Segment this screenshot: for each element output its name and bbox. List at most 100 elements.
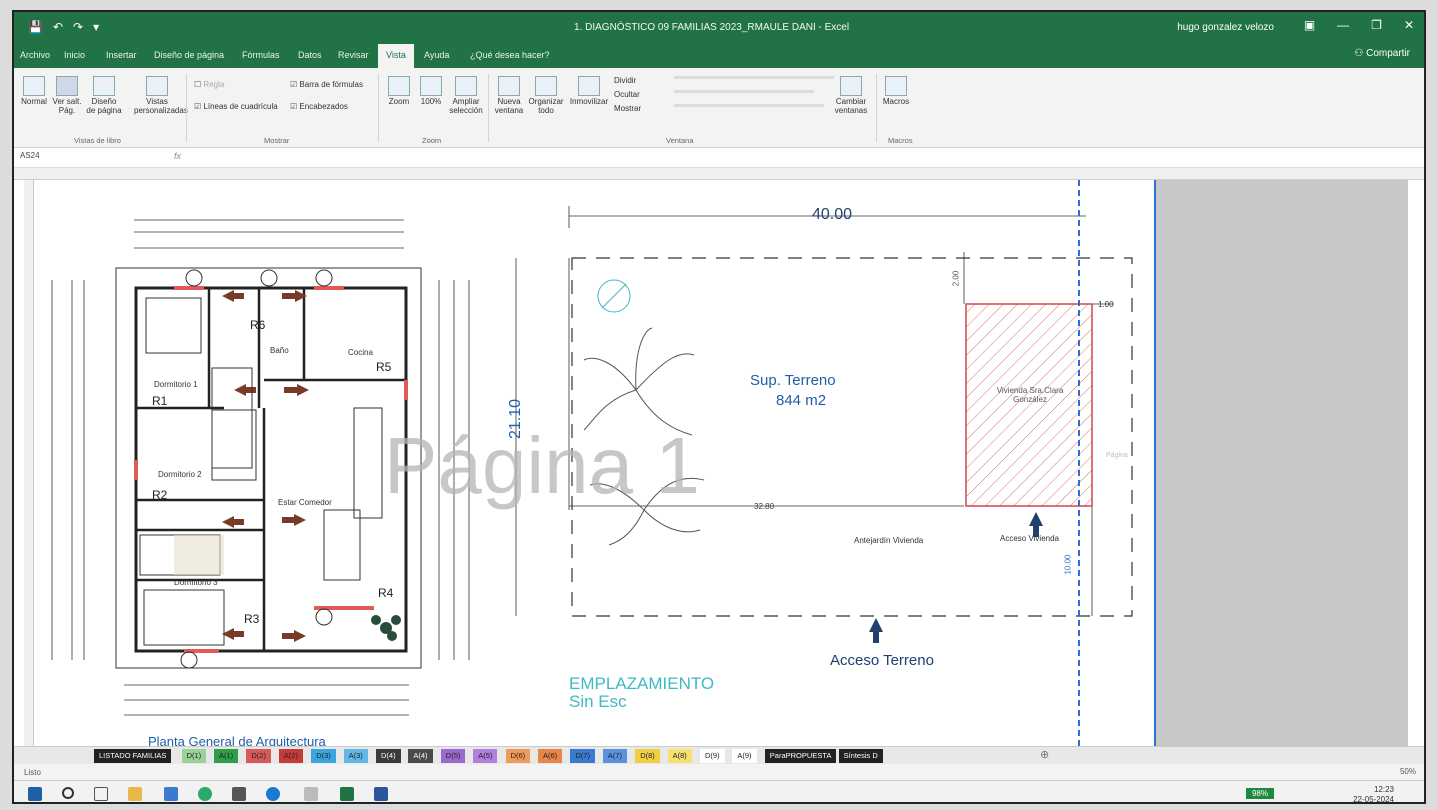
tab-archivo[interactable]: Archivo: [20, 50, 50, 60]
sheet-tab[interactable]: D(5): [440, 749, 466, 763]
sheet-tab[interactable]: D(4): [376, 749, 401, 763]
sheet-tab[interactable]: LISTADO FAMILIAS: [94, 749, 172, 763]
worksheet[interactable]: Página 1 40.00 21.10 32.80 2.00 1.00 10.…: [24, 180, 1418, 749]
sup-terreno-value: 844 m2: [776, 392, 827, 409]
page-break-line[interactable]: [1078, 180, 1080, 746]
status-bar: Listo 50%: [14, 764, 1424, 780]
name-box[interactable]: AS24: [18, 151, 98, 165]
sheet-tab[interactable]: A(8): [667, 749, 692, 763]
arrange-icon: [535, 76, 557, 96]
sheet-tab[interactable]: A(6): [538, 749, 563, 763]
zoom-selection-button[interactable]: Ampliar selección: [448, 76, 484, 116]
sheet-tab[interactable]: D(1): [181, 749, 207, 763]
tab-ayuda[interactable]: Ayuda: [424, 50, 449, 60]
group-label-zoom: Zoom: [422, 136, 442, 145]
sheet-tab[interactable]: A(4): [408, 749, 433, 763]
formula-bar-checkbox[interactable]: Barra de fórmulas: [290, 80, 363, 89]
windows-start-icon[interactable]: [28, 787, 42, 801]
tell-me-search[interactable]: ¿Qué desea hacer?: [470, 50, 550, 60]
split-button[interactable]: Dividir: [614, 76, 636, 85]
sheet-tab[interactable]: A(5): [473, 749, 498, 763]
sheet-tab[interactable]: D(3): [311, 749, 336, 763]
sheet-tab[interactable]: D(2): [246, 749, 271, 763]
sheet-tab[interactable]: A(9): [732, 749, 757, 763]
new-sheet-icon[interactable]: ⊕: [1040, 748, 1049, 761]
tab-formulas[interactable]: Fórmulas: [242, 50, 280, 60]
redo-icon[interactable]: ↷: [73, 20, 83, 34]
sheet-tab[interactable]: D(9): [700, 749, 725, 763]
file-explorer-icon[interactable]: [128, 787, 142, 801]
windows-taskbar: 98% 12:23 22-05-2024: [14, 780, 1424, 802]
macros-button[interactable]: Macros: [880, 76, 912, 107]
sheet-tab[interactable]: ParaPROPUESTA: [764, 749, 837, 763]
unhide-button[interactable]: Mostrar: [614, 104, 641, 113]
system-tray-clock[interactable]: 12:23 22-05-2024: [1353, 785, 1394, 802]
ribbon-display-icon[interactable]: ▣: [1304, 18, 1315, 32]
sheet-tab[interactable]: Síntesis D: [838, 749, 883, 763]
task-view-icon[interactable]: [94, 787, 108, 801]
mail-icon[interactable]: [164, 787, 178, 801]
excel-taskbar-icon[interactable]: [340, 787, 354, 801]
zoom-button[interactable]: Zoom: [384, 76, 414, 107]
customize-icon[interactable]: ▾: [93, 20, 99, 34]
tab-revisar[interactable]: Revisar: [338, 50, 369, 60]
tab-vista[interactable]: Vista: [378, 44, 414, 68]
chrome-icon[interactable]: [198, 787, 212, 801]
person-icon: ⚇: [1354, 48, 1367, 59]
tab-inicio[interactable]: Inicio: [64, 50, 85, 60]
tab-insertar[interactable]: Insertar: [106, 50, 137, 60]
search-icon[interactable]: [62, 787, 74, 799]
room-estar-comedor: Estar Comedor: [278, 498, 332, 507]
undo-icon[interactable]: ↶: [53, 20, 63, 34]
custom-views-button[interactable]: Vistas personalizadas: [134, 76, 188, 116]
maximize-icon[interactable]: ❐: [1371, 18, 1382, 32]
user-name[interactable]: hugo gonzalez velozo: [1177, 22, 1274, 33]
sheet-tab[interactable]: D(7): [570, 749, 595, 763]
save-icon[interactable]: 💾: [28, 20, 43, 34]
tab-datos[interactable]: Datos: [298, 50, 322, 60]
share-button[interactable]: ⚇ Compartir: [1354, 48, 1410, 59]
sheet-tab[interactable]: A(2): [278, 749, 303, 763]
sync-scroll-disabled: [674, 90, 814, 93]
room-dormitorio-1: Dormitorio 1: [154, 380, 198, 389]
sheet-tab[interactable]: A(1): [214, 749, 239, 763]
group-label-macros: Macros: [888, 136, 913, 145]
group-label-vistas: Vistas de libro: [74, 136, 121, 145]
fx-icon[interactable]: fx: [174, 151, 181, 161]
minimize-icon[interactable]: —: [1337, 18, 1349, 32]
title-bar: 💾 ↶ ↷ ▾ 1. DIAGNÓSTICO 09 FAMILIAS 2023_…: [14, 12, 1424, 44]
headings-checkbox[interactable]: Encabezados: [290, 102, 347, 111]
freeze-panes-button[interactable]: Inmovilizar: [568, 76, 610, 107]
sheet-tab[interactable]: D(6): [505, 749, 531, 763]
arrange-all-button[interactable]: Organizar todo: [526, 76, 566, 116]
antejardin-label: Antejardín Vivienda: [854, 536, 924, 545]
dim-10-label: 10.00: [1063, 554, 1073, 575]
ref-r2: R2: [152, 488, 168, 502]
switch-windows-button[interactable]: Cambiar ventanas: [830, 76, 872, 116]
calculator-icon[interactable]: [232, 787, 246, 801]
sin-esc-label: Sin Esc: [569, 692, 627, 711]
sheet-tab[interactable]: A(3): [343, 749, 368, 763]
close-icon[interactable]: ✕: [1404, 18, 1414, 32]
zoom-level[interactable]: 50%: [1400, 767, 1416, 776]
word-taskbar-icon[interactable]: [374, 787, 388, 801]
zoom-100-button[interactable]: 100%: [416, 76, 446, 107]
edge-icon[interactable]: [266, 787, 280, 801]
view-pagelayout-button[interactable]: Diseño de página: [86, 76, 122, 116]
view-normal-button[interactable]: Normal: [18, 76, 50, 107]
macros-icon: [885, 76, 907, 96]
app-icon[interactable]: [304, 787, 318, 801]
gridlines-checkbox[interactable]: Líneas de cuadrícula: [194, 102, 277, 111]
hide-button[interactable]: Ocultar: [614, 90, 640, 99]
ribbon: Normal Ver salt. Pág. Diseño de página V…: [14, 68, 1424, 148]
acceso-terreno-label: Acceso Terreno: [830, 652, 934, 669]
document-title: 1. DIAGNÓSTICO 09 FAMILIAS 2023_RMAULE D…: [574, 22, 850, 33]
tab-diseno-pagina[interactable]: Diseño de página: [154, 50, 224, 60]
quick-access-toolbar: 💾 ↶ ↷ ▾: [28, 20, 99, 34]
sheet-tab[interactable]: D(8): [635, 749, 660, 763]
sheet-tab[interactable]: A(7): [602, 749, 627, 763]
new-window-button[interactable]: Nueva ventana: [492, 76, 526, 116]
reset-position-disabled: [674, 104, 824, 107]
view-pagebreak-button[interactable]: Ver salt. Pág.: [50, 76, 84, 116]
ruler-checkbox[interactable]: Regla: [194, 80, 224, 89]
